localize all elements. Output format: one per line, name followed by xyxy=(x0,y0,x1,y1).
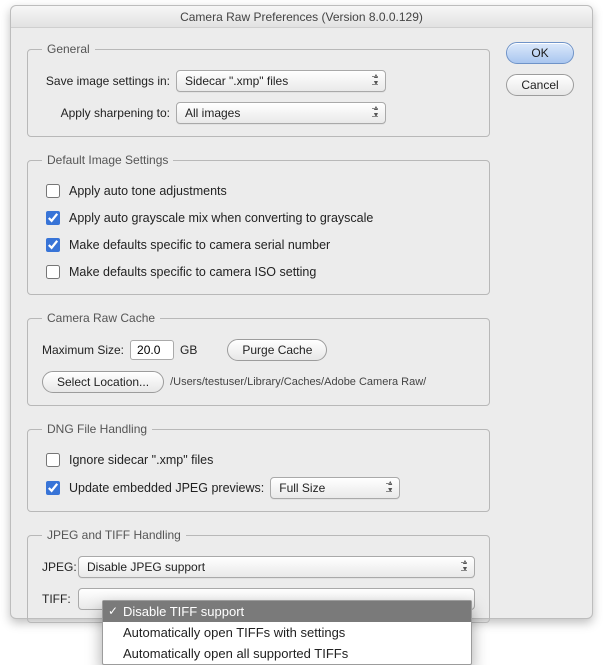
window-title: Camera Raw Preferences (Version 8.0.0.12… xyxy=(11,6,592,28)
group-cache: Camera Raw Cache Maximum Size: GB Purge … xyxy=(27,311,490,406)
label-iso: Make defaults specific to camera ISO set… xyxy=(69,265,316,279)
select-update-size[interactable]: Full Size xyxy=(270,477,400,499)
legend-dng: DNG File Handling xyxy=(42,422,152,436)
cache-path: /Users/testuser/Library/Caches/Adobe Cam… xyxy=(170,376,426,388)
legend-defaults: Default Image Settings xyxy=(42,153,173,167)
label-sharpening: Apply sharpening to: xyxy=(42,106,170,120)
label-tiff: TIFF: xyxy=(42,592,72,606)
group-defaults: Default Image Settings Apply auto tone a… xyxy=(27,153,490,295)
tiff-dropdown-popup: Disable TIFF support Automatically open … xyxy=(102,600,472,665)
cancel-button[interactable]: Cancel xyxy=(506,74,574,96)
select-sharpening[interactable]: All images xyxy=(176,102,386,124)
label-auto-grayscale: Apply auto grayscale mix when converting… xyxy=(69,211,373,225)
checkbox-update-jpeg[interactable] xyxy=(46,481,60,495)
input-max-size[interactable] xyxy=(130,340,174,360)
label-serial: Make defaults specific to camera serial … xyxy=(69,238,330,252)
checkbox-ignore-xmp[interactable] xyxy=(46,453,60,467)
ok-button[interactable]: OK xyxy=(506,42,574,64)
group-general: General Save image settings in: Sidecar … xyxy=(27,42,490,137)
checkbox-iso[interactable] xyxy=(46,265,60,279)
label-save-settings: Save image settings in: xyxy=(42,74,170,88)
select-save-settings[interactable]: Sidecar ".xmp" files xyxy=(176,70,386,92)
button-select-location[interactable]: Select Location... xyxy=(42,371,164,393)
preferences-window: Camera Raw Preferences (Version 8.0.0.12… xyxy=(10,5,593,619)
tiff-option-disable[interactable]: Disable TIFF support xyxy=(103,601,471,622)
group-jpeg-tiff: JPEG and TIFF Handling JPEG: Disable JPE… xyxy=(27,528,490,623)
legend-jpeg-tiff: JPEG and TIFF Handling xyxy=(42,528,186,542)
checkbox-auto-tone[interactable] xyxy=(46,184,60,198)
label-update-jpeg: Update embedded JPEG previews: xyxy=(69,481,264,495)
legend-general: General xyxy=(42,42,95,56)
button-purge-cache[interactable]: Purge Cache xyxy=(227,339,327,361)
label-gb: GB xyxy=(180,343,197,357)
checkbox-serial[interactable] xyxy=(46,238,60,252)
tiff-option-open-all[interactable]: Automatically open all supported TIFFs xyxy=(103,643,471,664)
group-dng: DNG File Handling Ignore sidecar ".xmp" … xyxy=(27,422,490,512)
label-ignore-xmp: Ignore sidecar ".xmp" files xyxy=(69,453,213,467)
label-auto-tone: Apply auto tone adjustments xyxy=(69,184,227,198)
label-jpeg: JPEG: xyxy=(42,560,72,574)
label-max-size: Maximum Size: xyxy=(42,343,124,357)
checkbox-auto-grayscale[interactable] xyxy=(46,211,60,225)
legend-cache: Camera Raw Cache xyxy=(42,311,160,325)
tiff-option-open-with-settings[interactable]: Automatically open TIFFs with settings xyxy=(103,622,471,643)
select-jpeg[interactable]: Disable JPEG support xyxy=(78,556,475,578)
